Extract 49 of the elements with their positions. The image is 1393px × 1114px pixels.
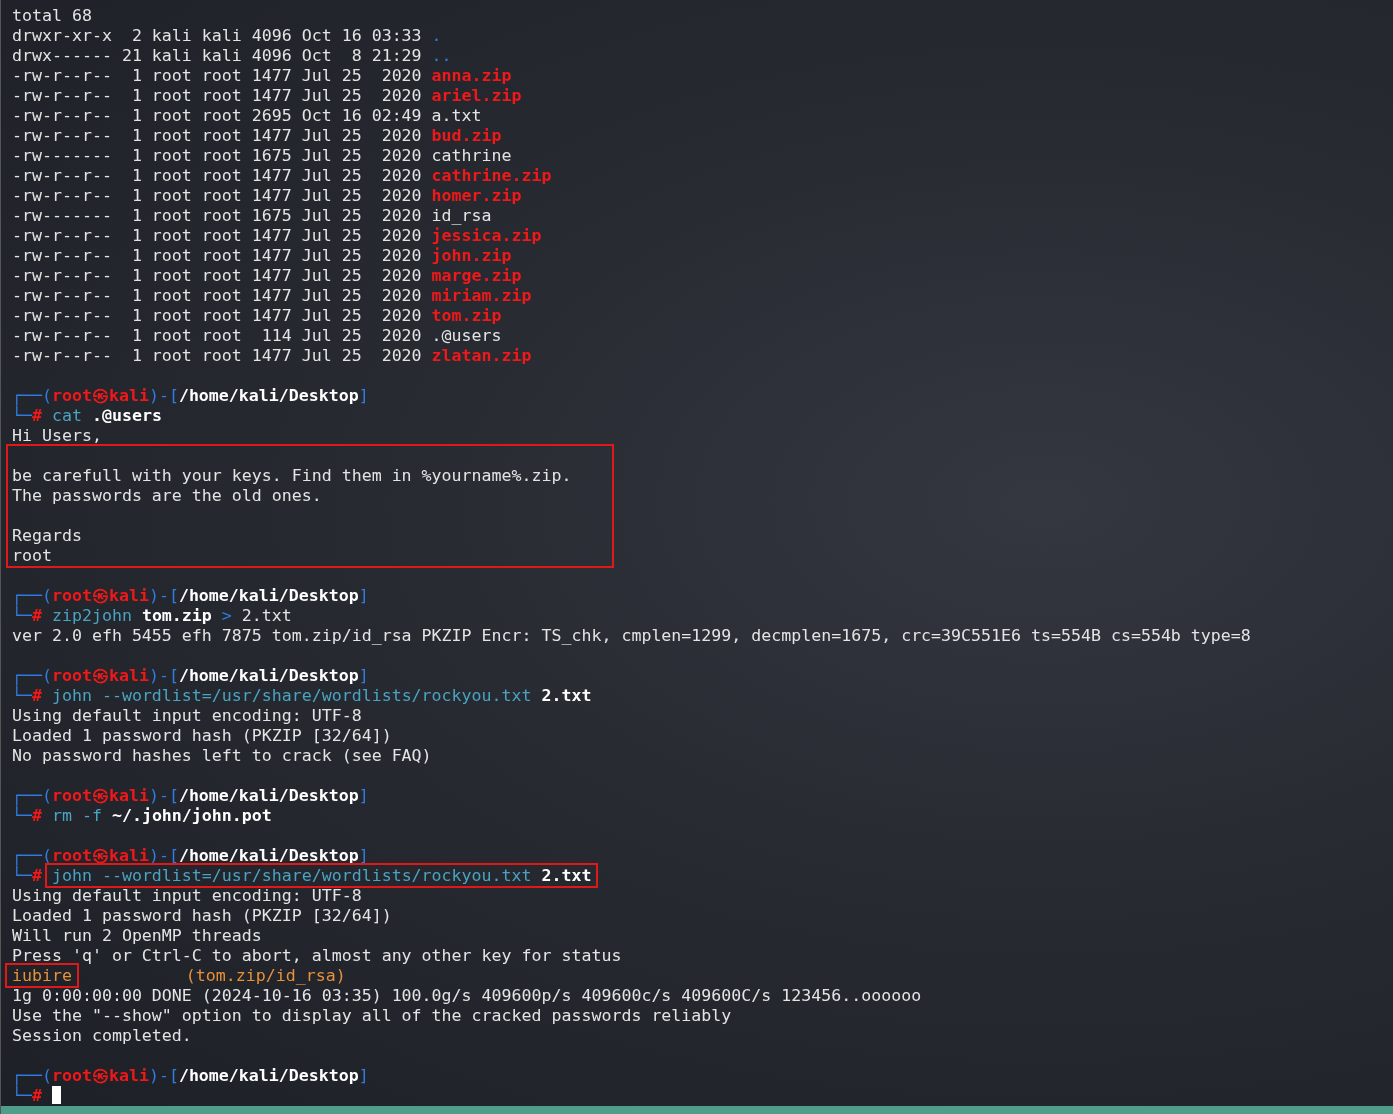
- terminal-text: └─# zip2john tom.zip > 2.txt: [12, 606, 292, 625]
- terminal-text: -rw-r--r-- 1 root root 1477 Jul 25 2020 zlatan.zip: [12, 346, 532, 365]
- terminal-text: -rw-r--r-- 1 root root 1477 Jul 25 2020 jessica.zip: [12, 226, 542, 245]
- terminal-text: -rw-r--r-- 1 root root 1477 Jul 25 2020 anna.zip: [12, 66, 512, 85]
- terminal-text: 1g 0:00:00:00 DONE (2024-10-16 03:35) 100.0g/s 409600p/s 409600c/s 409600C/s 123456..oooooo: [12, 986, 922, 1005]
- terminal-text: -rw-r--r-- 1 root root 1477 Jul 25 2020 ariel.zip: [12, 86, 522, 105]
- terminal-text: -rw-r--r-- 1 root root 1477 Jul 25 2020 tom.zip: [12, 306, 502, 325]
- terminal-text: └─#: [12, 1086, 42, 1105]
- terminal-text: drwxr-xr-x 2 kali kali 4096 Oct 16 03:33 .: [12, 26, 442, 45]
- terminal-text: └─# john --wordlist=/usr/share/wordlists/rockyou.txt 2.txt: [12, 686, 592, 705]
- terminal-text: -rw-r--r-- 1 root root 2695 Oct 16 02:49 a.txt: [12, 106, 482, 125]
- terminal-text: Will run 2 OpenMP threads: [12, 926, 262, 945]
- terminal-text: ┌──(root㉿kali)-[/home/kali/Desktop]: [12, 786, 369, 805]
- terminal-text: Using default input encoding: UTF-8: [12, 886, 362, 905]
- terminal-text: Loaded 1 password hash (PKZIP [32/64]): [12, 906, 392, 925]
- terminal-text: -rw-r--r-- 1 root root 114 Jul 25 2020 .@users: [12, 326, 502, 345]
- terminal-text: -rw-r--r-- 1 root root 1477 Jul 25 2020 miriam.zip: [12, 286, 532, 305]
- terminal-text: Use the "--show" option to display all of the cracked passwords reliably: [12, 1006, 732, 1025]
- highlighted-text: john --wordlist=/usr/share/wordlists/rockyou.txt 2.txt: [47, 866, 596, 885]
- terminal-text: ┌──(root㉿kali)-[/home/kali/Desktop]: [12, 586, 369, 605]
- terminal-text: root: [12, 546, 52, 565]
- terminal-text: ver 2.0 efh 5455 efh 7875 tom.zip/id_rsa PKZIP Encr: TS_chk, cmplen=1299, decmplen=1675, crc=39C551E6 ts=554B cs=554b type=8: [12, 626, 1251, 645]
- terminal-text: └─#: [12, 866, 42, 885]
- terminal-text: ┌──(root㉿kali)-[/home/kali/Desktop]: [12, 1066, 369, 1085]
- terminal-text: Loaded 1 password hash (PKZIP [32/64]): [12, 726, 392, 745]
- terminal-text: total 68: [12, 6, 92, 25]
- terminal-text: -rw-r--r-- 1 root root 1477 Jul 25 2020 homer.zip: [12, 186, 522, 205]
- terminal-text: Regards: [12, 526, 82, 545]
- terminal-text: └─# rm -f ~/.john/john.pot: [12, 806, 272, 825]
- terminal-text: -rw-r--r-- 1 root root 1477 Jul 25 2020 marge.zip: [12, 266, 522, 285]
- terminal-text: └─# cat .@users: [12, 406, 162, 425]
- highlighted-text: iubire: [8, 966, 76, 985]
- terminal-text: Using default input encoding: UTF-8: [12, 706, 362, 725]
- terminal-text: -rw-r--r-- 1 root root 1477 Jul 25 2020 bud.zip: [12, 126, 502, 145]
- terminal-text: Hi Users,: [12, 426, 102, 445]
- terminal-text: The passwords are the old ones.: [12, 486, 322, 505]
- terminal-text: -rw-r--r-- 1 root root 1477 Jul 25 2020 john.zip: [12, 246, 512, 265]
- terminal-text: Press 'q' or Ctrl-C to abort, almost any other key for status: [12, 946, 622, 965]
- terminal-text: drwx------ 21 kali kali 4096 Oct 8 21:29 ..: [12, 46, 452, 65]
- terminal-text: ┌──(root㉿kali)-[/home/kali/Desktop]: [12, 386, 369, 405]
- terminal-text: -rw------- 1 root root 1675 Jul 25 2020 cathrine: [12, 146, 512, 165]
- terminal-text: Session completed.: [12, 1026, 192, 1045]
- terminal-text: No password hashes left to crack (see FAQ): [12, 746, 432, 765]
- terminal-text: -rw-r--r-- 1 root root 1477 Jul 25 2020 cathrine.zip: [12, 166, 552, 185]
- terminal-text: ┌──(root㉿kali)-[/home/kali/Desktop]: [12, 846, 369, 865]
- terminal-text: (tom.zip/id_rsa): [184, 966, 346, 985]
- terminal-text: -rw------- 1 root root 1675 Jul 25 2020 id_rsa: [12, 206, 492, 225]
- terminal-text: be carefull with your keys. Find them in %yourname%.zip.: [12, 466, 572, 485]
- terminal-text: ┌──(root㉿kali)-[/home/kali/Desktop]: [12, 666, 369, 685]
